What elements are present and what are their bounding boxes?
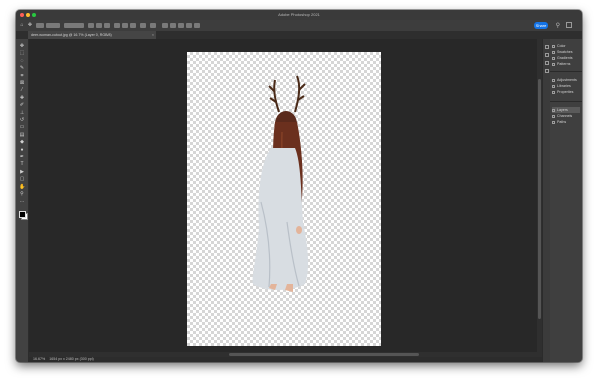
more-options-icon[interactable]: [150, 23, 156, 28]
move-tool-icon[interactable]: ✥: [19, 43, 25, 49]
close-tab-icon[interactable]: ×: [152, 31, 154, 39]
home-icon[interactable]: ⌂: [19, 22, 25, 28]
auto-select-checkbox[interactable]: [36, 23, 44, 28]
share-button[interactable]: Share: [534, 22, 548, 29]
gradients-icon: [552, 56, 555, 60]
document-tab-label: deer-woman-cutout.jpg @ 16.7% (Layer 0, …: [31, 33, 112, 37]
3d-pan-icon[interactable]: [186, 23, 192, 28]
history-brush-tool-icon[interactable]: ↺: [19, 117, 25, 123]
gradient-tool-icon[interactable]: ▤: [19, 132, 25, 138]
zoom-level[interactable]: 16.67%: [33, 357, 45, 361]
swatches-icon: [552, 50, 555, 54]
quick-select-tool-icon[interactable]: ✎: [19, 65, 25, 71]
align-center-icon[interactable]: [96, 23, 102, 28]
channels-icon: [552, 114, 555, 118]
tools-panel: ✥ ⬚ ◌ ✎ ⌗ ⊠ ⁄ ✚ ✐ ⊥ ↺ ▭ ▤ ◆ ● ✒ T ▶ ▢ ✋ ⚲…: [16, 39, 29, 362]
distribute-icon[interactable]: [140, 23, 146, 28]
3d-roll-icon[interactable]: [178, 23, 184, 28]
transform-controls-checkbox[interactable]: [64, 23, 84, 28]
type-tool-icon[interactable]: T: [19, 161, 25, 167]
character-panel-icon[interactable]: [545, 61, 549, 65]
blur-tool-icon[interactable]: ◆: [19, 139, 25, 145]
history-panel-icon[interactable]: [545, 45, 549, 49]
color-icon: [552, 44, 555, 48]
window-title: Adobe Photoshop 2021: [278, 12, 320, 17]
properties-icon: [552, 90, 555, 94]
paths-icon: [552, 120, 555, 124]
photoshop-window: Adobe Photoshop 2021 ⌂ ✥ Share ⚲ deer-wo…: [16, 10, 582, 362]
adjustments-icon: [552, 78, 555, 82]
status-bar: 16.67% 1654 px x 2480 px (300 ppi): [29, 357, 542, 362]
dodge-tool-icon[interactable]: ●: [19, 147, 25, 153]
hand-tool-icon[interactable]: ✋: [19, 184, 25, 190]
tool-preset-icon[interactable]: ✥: [27, 22, 33, 28]
align-middle-icon[interactable]: [122, 23, 128, 28]
crop-tool-icon[interactable]: ⌗: [19, 73, 25, 79]
eyedropper-tool-icon[interactable]: ⁄: [19, 87, 25, 93]
document-info: 1654 px x 2480 px (300 ppi): [49, 357, 94, 361]
panel-tab-patterns[interactable]: Patterns: [552, 61, 580, 67]
brush-tool-icon[interactable]: ✐: [19, 102, 25, 108]
title-bar: Adobe Photoshop 2021: [16, 10, 582, 20]
healing-brush-tool-icon[interactable]: ✚: [19, 95, 25, 101]
lasso-tool-icon[interactable]: ◌: [19, 58, 25, 64]
foreground-color-swatch[interactable]: [19, 211, 26, 218]
patterns-icon: [552, 62, 555, 66]
pen-tool-icon[interactable]: ✒: [19, 154, 25, 160]
clone-stamp-tool-icon[interactable]: ⊥: [19, 110, 25, 116]
3d-mode-icon[interactable]: [162, 23, 168, 28]
workspace-icon[interactable]: [566, 22, 572, 28]
align-right-icon[interactable]: [104, 23, 110, 28]
document-tab[interactable]: deer-woman-cutout.jpg @ 16.7% (Layer 0, …: [28, 31, 156, 39]
document-canvas[interactable]: [187, 52, 381, 346]
3d-rotate-icon[interactable]: [170, 23, 176, 28]
canvas-area[interactable]: [29, 39, 542, 357]
rectangle-tool-icon[interactable]: ▢: [19, 176, 25, 182]
horizontal-scroll-thumb[interactable]: [229, 353, 419, 356]
auto-select-dropdown[interactable]: [46, 23, 60, 28]
align-left-icon[interactable]: [88, 23, 94, 28]
align-top-icon[interactable]: [114, 23, 120, 28]
panel-divider: [550, 71, 582, 72]
vertical-scroll-thumb[interactable]: [538, 79, 541, 319]
subject-cutout-image: [252, 75, 309, 292]
paragraph-panel-icon[interactable]: [545, 69, 549, 73]
panel-tab-properties[interactable]: Properties: [552, 89, 580, 95]
layers-icon: [552, 108, 555, 112]
panel-tab-paths[interactable]: Paths: [552, 119, 580, 125]
more-tools-icon[interactable]: …: [19, 198, 25, 204]
align-bottom-icon[interactable]: [130, 23, 136, 28]
frame-tool-icon[interactable]: ⊠: [19, 80, 25, 86]
marquee-tool-icon[interactable]: ⬚: [19, 50, 25, 56]
panel-divider: [550, 101, 582, 102]
eraser-tool-icon[interactable]: ▭: [19, 124, 25, 130]
panel-dock: Color Swatches Gradients Patterns Adjust…: [550, 39, 582, 362]
libraries-icon: [552, 84, 555, 88]
path-select-tool-icon[interactable]: ▶: [19, 169, 25, 175]
document-tab-strip: deer-woman-cutout.jpg @ 16.7% (Layer 0, …: [16, 31, 582, 39]
info-panel-icon[interactable]: [545, 53, 549, 57]
search-icon[interactable]: ⚲: [556, 22, 560, 29]
zoom-tool-icon[interactable]: ⚲: [19, 191, 25, 197]
3d-slide-icon[interactable]: [194, 23, 200, 28]
